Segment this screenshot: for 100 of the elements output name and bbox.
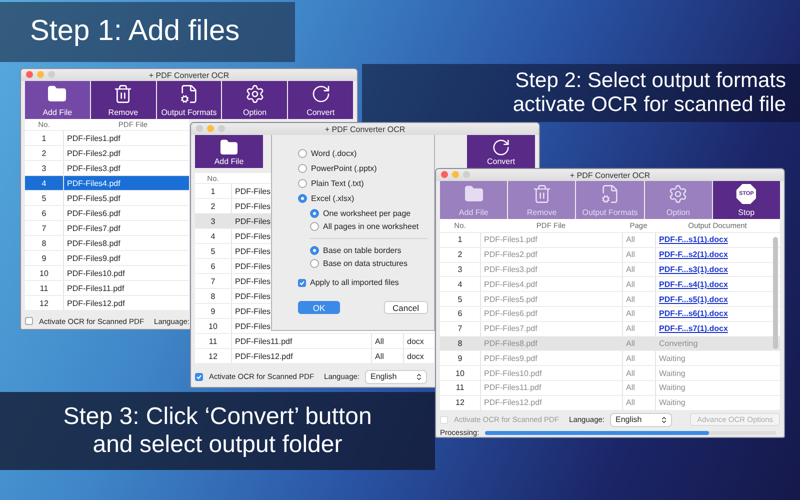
checkbox[interactable]: [25, 317, 33, 325]
row-number: 8: [40, 238, 48, 248]
row-number: 10: [208, 322, 218, 330]
row-number: 10: [454, 368, 466, 378]
table-cell: PDF-Files5.pdf: [480, 292, 622, 306]
table-cell: All: [622, 396, 655, 410]
table-row[interactable]: 2 PDF-Files2.pdf: [25, 146, 189, 161]
stepper-icon: [414, 372, 422, 380]
table-row[interactable]: 10 PDF-Files10.pdf: [25, 266, 189, 281]
table-cell: All: [622, 351, 655, 366]
table-cell: All: [622, 366, 655, 380]
table-cell: All: [622, 262, 655, 276]
cancel-button[interactable]: Cancel: [384, 301, 428, 314]
row-number: 1: [210, 186, 216, 196]
table-row[interactable]: 7 PDF-Files7.pdf All PDF-F...s7(1).docx: [440, 322, 780, 337]
table-row[interactable]: 1 PDF-Files1.pdf: [25, 131, 189, 146]
table-row[interactable]: 12 PDF-Files12.pdf All docx: [195, 349, 434, 364]
folder-icon: [464, 184, 484, 204]
row-number: 8: [456, 338, 464, 348]
toolbar-button[interactable]: Convert: [467, 135, 535, 168]
table-cell: Waiting: [655, 396, 780, 410]
row-number: 3: [210, 216, 216, 226]
table-row[interactable]: 6 PDF-Files6.pdf All PDF-F...s6(1).docx: [440, 306, 780, 322]
table-row[interactable]: 2 PDF-Files2.pdf All PDF-F...s2(1).docx: [440, 248, 780, 263]
table-row[interactable]: 1 PDF-Files1.pdf All PDF-F...s1(1).docx: [440, 233, 780, 248]
row-number: 6: [210, 262, 216, 270]
radio-button[interactable]: [298, 179, 307, 188]
radio-button[interactable]: [310, 222, 319, 231]
file-gear-icon: [178, 84, 199, 104]
scrollbar[interactable]: [773, 237, 778, 349]
radio-button[interactable]: [298, 164, 307, 173]
table-row[interactable]: 4 PDF-Files4.pdf: [25, 176, 189, 191]
row-number: 12: [454, 398, 466, 408]
language-select[interactable]: English: [366, 370, 426, 382]
table-cell: All: [622, 248, 655, 262]
table-row[interactable]: 12 PDF-Files12.pdf All Waiting: [440, 396, 780, 411]
window-controls-icon[interactable]: [441, 171, 470, 178]
table-cell: PDF-Files8.pdf: [480, 336, 622, 350]
table-row[interactable]: 12 PDF-Files12.pdf: [25, 296, 189, 311]
row-number: 5: [456, 294, 464, 304]
toolbar-button[interactable]: Add File: [25, 81, 90, 119]
table-cell: All: [622, 233, 655, 247]
row-number: 12: [208, 352, 218, 360]
table-cell: PDF-Files11.pdf: [480, 380, 622, 395]
radio-label: PowerPoint (.pptx): [311, 164, 377, 173]
window-title: + PDF Converter OCR: [570, 170, 650, 180]
table-row[interactable]: 4 PDF-Files4.pdf All PDF-F...s4(1).docx: [440, 277, 780, 292]
toolbar-button[interactable]: Option: [222, 81, 288, 119]
radio-button[interactable]: [298, 194, 307, 203]
table-row[interactable]: 9 PDF-Files9.pdf All Waiting: [440, 351, 780, 366]
checkbox[interactable]: [195, 372, 203, 380]
caption-text: Step 3: Click ‘Convert’ button: [63, 403, 372, 431]
row-number: 4: [210, 232, 216, 240]
caption-text: activate OCR for scanned file: [512, 93, 786, 118]
row-number: 9: [210, 306, 216, 316]
table-row[interactable]: 9 PDF-Files9.pdf: [25, 251, 189, 266]
table-row[interactable]: 3 PDF-Files3.pdf All PDF-F...s3(1).docx: [440, 262, 780, 278]
row-number: 10: [38, 268, 50, 278]
radio-button[interactable]: [310, 246, 319, 255]
radio-label: Word (.docx): [311, 149, 357, 158]
language-select[interactable]: English: [610, 414, 670, 426]
table-cell: PDF-Files10.pdf: [480, 366, 622, 380]
toolbar-button[interactable]: Remove: [90, 81, 156, 119]
row-number: 3: [40, 164, 48, 172]
table-cell: PDF-Files9.pdf: [480, 351, 622, 366]
row-number: 12: [38, 298, 50, 308]
window-controls-icon[interactable]: [196, 125, 225, 132]
row-number: 4: [40, 178, 48, 188]
table-row[interactable]: 3 PDF-Files3.pdf: [25, 161, 189, 176]
table-row[interactable]: 6 PDF-Files6.pdf: [25, 206, 189, 221]
row-number: 6: [40, 208, 48, 218]
table-cell: All: [622, 292, 655, 306]
table-row[interactable]: 11 PDF-Files11.pdf All docx: [195, 334, 434, 349]
table-cell: PDF-Files7.pdf: [480, 322, 622, 336]
trash-icon: [113, 84, 134, 104]
table-row[interactable]: 5 PDF-Files5.pdf: [25, 191, 189, 206]
checkbox[interactable]: [298, 278, 306, 286]
table-cell: docx: [403, 334, 434, 348]
toolbar-button[interactable]: Add File: [195, 135, 263, 168]
radio-button[interactable]: [310, 259, 319, 268]
table-row[interactable]: 8 PDF-Files8.pdf: [25, 236, 189, 251]
ok-button[interactable]: OK: [298, 301, 340, 314]
row-number: 2: [210, 202, 216, 210]
radio-button[interactable]: [298, 149, 307, 158]
stepper-icon: [660, 416, 668, 424]
table-cell: PDF-Files12.pdf: [480, 396, 622, 410]
window-controls-icon[interactable]: [26, 71, 55, 78]
table-row[interactable]: 5 PDF-Files5.pdf All PDF-F...s5(1).docx: [440, 292, 780, 307]
window-title: + PDF Converter OCR: [324, 124, 406, 134]
table-row[interactable]: 7 PDF-Files7.pdf: [25, 221, 189, 236]
table-row[interactable]: 10 PDF-Files10.pdf All Waiting: [440, 366, 780, 381]
radio-button[interactable]: [310, 209, 319, 218]
row-number: 2: [456, 250, 464, 260]
row-number: 7: [456, 324, 464, 334]
toolbar-button[interactable]: Output Formats: [156, 81, 222, 119]
toolbar-button[interactable]: Convert: [288, 81, 353, 119]
table-row[interactable]: 11 PDF-Files11.pdf All Waiting: [440, 380, 780, 396]
table-row[interactable]: 11 PDF-Files11.pdf: [25, 281, 189, 296]
table-row[interactable]: 8 PDF-Files8.pdf All Converting: [440, 336, 780, 352]
settings-icon: [668, 184, 688, 204]
